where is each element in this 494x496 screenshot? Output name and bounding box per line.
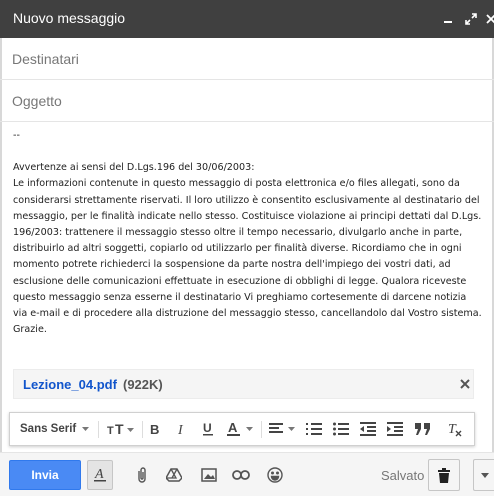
quote-icon[interactable] [411, 413, 435, 445]
compose-titlebar[interactable]: Nuovo messaggio [0, 0, 494, 38]
photo-icon[interactable] [198, 460, 220, 490]
trash-icon [438, 467, 450, 483]
send-button[interactable]: Invia [9, 460, 81, 490]
attach-icon[interactable] [131, 460, 153, 490]
chevron-down-icon [480, 472, 489, 478]
bulleted-list-icon[interactable] [329, 413, 353, 445]
font-size-icon[interactable]: TT [104, 413, 138, 445]
signature-separator: -- [13, 130, 20, 141]
remove-formatting-icon[interactable]: T [443, 413, 467, 445]
text-color-icon[interactable]: A [224, 413, 258, 445]
underline-icon[interactable]: U [198, 413, 218, 445]
svg-text:B: B [150, 422, 159, 436]
compose-bottom-bar: Invia A Salvato [0, 452, 494, 496]
draft-saved-status: Salvato [381, 468, 425, 483]
disclaimer-title: Avvertenze ai sensi del D.Lgs.196 del 30… [13, 162, 255, 174]
subject-field[interactable]: Oggetto [0, 80, 494, 122]
toolbar-divider [261, 421, 262, 438]
svg-text:A: A [228, 421, 238, 435]
attachment-filename[interactable]: Lezione_04.pdf [23, 377, 117, 392]
drive-icon[interactable] [163, 460, 185, 490]
formatting-toolbar: Sans Serif TT B I U A T [9, 412, 475, 446]
font-family-select[interactable]: Sans Serif [20, 413, 96, 445]
recipients-field[interactable]: Destinatari [0, 38, 494, 80]
discard-draft-button[interactable] [428, 459, 460, 491]
numbered-list-icon[interactable] [302, 413, 326, 445]
svg-text:I: I [177, 423, 184, 436]
font-family-label: Sans Serif [20, 423, 77, 435]
toolbar-divider [98, 421, 99, 438]
expand-icon[interactable] [461, 0, 481, 38]
svg-text:A: A [94, 467, 104, 482]
bold-icon[interactable]: B [145, 413, 165, 445]
italic-icon[interactable]: I [172, 413, 192, 445]
link-icon[interactable] [229, 460, 253, 490]
disclaimer-body: Le informazioni contenute in questo mess… [13, 178, 482, 336]
attachment-size: (922K) [123, 377, 163, 392]
toolbar-divider [142, 421, 143, 438]
indent-less-icon[interactable] [356, 413, 380, 445]
subject-placeholder: Oggetto [12, 93, 62, 109]
remove-attachment-icon[interactable] [460, 376, 470, 392]
indent-more-icon[interactable] [383, 413, 407, 445]
svg-text:U: U [203, 421, 212, 435]
more-options-button[interactable] [473, 459, 494, 491]
recipients-placeholder: Destinatari [12, 51, 79, 67]
emoji-icon[interactable] [263, 460, 287, 490]
attachment-chip[interactable]: Lezione_04.pdf (922K) [13, 369, 474, 399]
svg-text:T: T [448, 422, 457, 437]
compose-title: Nuovo messaggio [13, 10, 126, 26]
svg-text:T: T [107, 425, 114, 436]
align-icon[interactable] [266, 413, 300, 445]
svg-text:T: T [115, 422, 124, 436]
minimize-icon[interactable] [438, 0, 458, 38]
message-body[interactable]: -- Avvertenze ai sensi del D.Lgs.196 del… [13, 128, 483, 338]
formatting-toggle-icon[interactable]: A [87, 460, 113, 490]
close-icon[interactable] [481, 0, 494, 38]
